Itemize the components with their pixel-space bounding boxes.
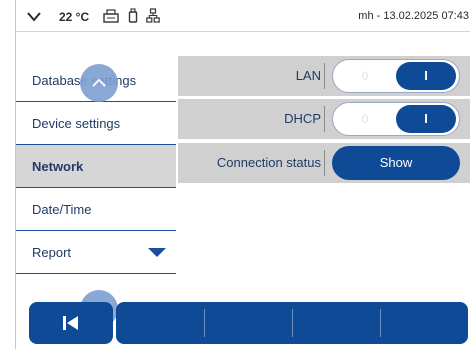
function-key-3[interactable] <box>293 302 380 344</box>
show-connection-status-button[interactable]: Show <box>332 146 460 180</box>
skip-back-icon <box>63 316 78 330</box>
dropdown-arrow-icon[interactable] <box>148 248 166 257</box>
lan-toggle[interactable]: 0 I <box>332 59 460 93</box>
device-screen: 22 °C mh - 13.02.2025 07:43 Database set… <box>15 0 470 349</box>
menu-item-label: Network <box>32 159 84 174</box>
toggle-off-label: 0 <box>361 112 369 126</box>
temperature-readout: 22 °C <box>59 10 90 24</box>
back-button[interactable] <box>29 302 113 344</box>
usb-icon <box>128 8 138 23</box>
settings-menu: Database settings Device settings Networ… <box>16 32 176 328</box>
toggle-on-label: I <box>396 105 456 133</box>
network-icon <box>146 8 160 23</box>
menu-item-report[interactable]: Report <box>16 231 176 274</box>
toggle-off-label: 0 <box>361 69 369 83</box>
chevron-down-icon[interactable] <box>27 9 41 23</box>
menu-item-network[interactable]: Network <box>16 145 176 188</box>
menu-item-label: Device settings <box>32 116 121 131</box>
divider <box>324 106 325 132</box>
lan-label: LAN <box>295 68 321 83</box>
user-datetime: mh - 13.02.2025 07:43 <box>358 10 469 22</box>
divider <box>324 150 325 176</box>
menu-item-label: Date/Time <box>32 202 92 217</box>
menu-item-device-settings[interactable]: Device settings <box>16 102 176 145</box>
menu-item-date-time[interactable]: Date/Time <box>16 188 176 231</box>
divider <box>324 63 325 89</box>
footer-bar <box>16 300 470 344</box>
function-key-1[interactable] <box>116 302 204 344</box>
lan-setting-row: LAN 0 I <box>178 56 470 96</box>
dhcp-toggle[interactable]: 0 I <box>332 102 460 136</box>
function-key-2[interactable] <box>205 302 292 344</box>
connection-status-label: Connection status <box>216 155 321 170</box>
status-bar: 22 °C mh - 13.02.2025 07:43 <box>16 0 470 32</box>
connection-status-row: Connection status Show <box>178 143 470 183</box>
dhcp-label: DHCP <box>284 111 321 126</box>
scroll-up-button[interactable] <box>80 64 118 102</box>
printer-icon <box>103 9 119 23</box>
chevron-up-icon <box>92 78 106 87</box>
function-key-4[interactable] <box>381 302 468 344</box>
toggle-on-label: I <box>396 62 456 90</box>
function-key-bar <box>116 302 468 344</box>
dhcp-setting-row: DHCP 0 I <box>178 99 470 139</box>
menu-item-label: Report <box>32 245 72 260</box>
